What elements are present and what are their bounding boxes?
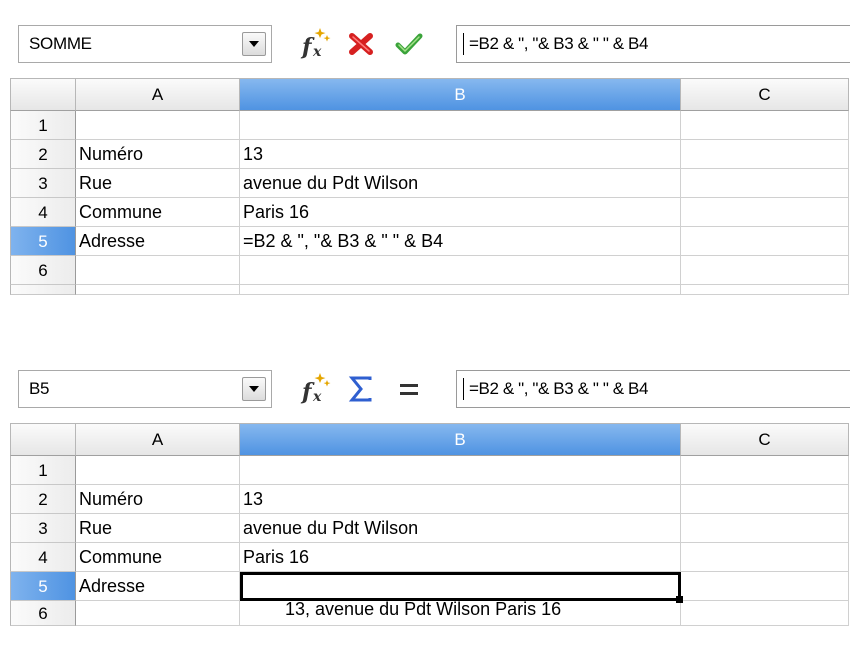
table-row: 4 Commune Paris 16: [10, 543, 850, 572]
cell-a6[interactable]: [76, 256, 240, 285]
cell-c2[interactable]: [681, 140, 849, 169]
column-header-row: A B C: [10, 423, 850, 456]
row-header[interactable]: 3: [10, 514, 76, 543]
name-box[interactable]: B5: [18, 370, 272, 408]
name-box-dropdown-icon[interactable]: [242, 377, 266, 401]
cell-c6[interactable]: [681, 256, 849, 285]
cell-b4[interactable]: Paris 16: [240, 543, 681, 572]
cell-c3[interactable]: [681, 514, 849, 543]
equals-icon[interactable]: [390, 370, 428, 408]
svg-text:x: x: [312, 44, 322, 60]
cell-a7: [76, 285, 240, 295]
table-row: 5 Adresse =B2 & ", "& B3 & " " & B4: [10, 227, 850, 256]
row-header[interactable]: 2: [10, 140, 76, 169]
cell-b4[interactable]: Paris 16: [240, 198, 681, 227]
cell-b3[interactable]: avenue du Pdt Wilson: [240, 169, 681, 198]
table-row: 4 Commune Paris 16: [10, 198, 850, 227]
text-cursor: [463, 33, 464, 55]
cell-c2[interactable]: [681, 485, 849, 514]
cell-a4[interactable]: Commune: [76, 198, 240, 227]
cell-a1[interactable]: [76, 111, 240, 140]
row-header[interactable]: 1: [10, 456, 76, 485]
cell-a3[interactable]: Rue: [76, 514, 240, 543]
svg-text:x: x: [312, 389, 322, 405]
column-header-c[interactable]: C: [681, 423, 849, 456]
table-row: 1: [10, 111, 850, 140]
cell-c4[interactable]: [681, 543, 849, 572]
cell-c6[interactable]: [681, 601, 849, 626]
spreadsheet-panel-result: B5 f x =B2 & ", "& B3 & " " & B4 A B C 1…: [0, 345, 850, 655]
row-header: [10, 285, 76, 295]
table-row: 2 Numéro 13: [10, 485, 850, 514]
cell-a2[interactable]: Numéro: [76, 485, 240, 514]
name-box-value: SOMME: [29, 34, 92, 53]
cell-c1[interactable]: [681, 111, 849, 140]
column-header-b[interactable]: B: [240, 78, 681, 111]
cell-a6[interactable]: [76, 601, 240, 626]
cell-c7: [681, 285, 849, 295]
spreadsheet-panel-editing: SOMME f x =B2 & ", "& B3 & " " & B4 A B …: [0, 0, 850, 330]
accept-icon[interactable]: [390, 25, 428, 63]
cell-c3[interactable]: [681, 169, 849, 198]
cell-c1[interactable]: [681, 456, 849, 485]
table-row: 3 Rue avenue du Pdt Wilson: [10, 169, 850, 198]
row-header[interactable]: 6: [10, 256, 76, 285]
cell-c5[interactable]: [681, 572, 849, 601]
function-wizard-icon[interactable]: f x: [296, 25, 334, 63]
cell-a5[interactable]: Adresse: [76, 572, 240, 601]
cell-b2[interactable]: 13: [240, 140, 681, 169]
column-header-b[interactable]: B: [240, 423, 681, 456]
row-header[interactable]: 4: [10, 198, 76, 227]
row-header[interactable]: 3: [10, 169, 76, 198]
function-wizard-icon[interactable]: f x: [296, 370, 334, 408]
row-header-active[interactable]: 5: [10, 227, 76, 256]
table-row: 2 Numéro 13: [10, 140, 850, 169]
cell-b5-value: 13, avenue du Pdt Wilson Paris 16: [285, 599, 562, 619]
cell-b3[interactable]: avenue du Pdt Wilson: [240, 514, 681, 543]
cell-b6[interactable]: [240, 256, 681, 285]
row-header[interactable]: 2: [10, 485, 76, 514]
row-header[interactable]: 6: [10, 601, 76, 626]
cell-b5-editing[interactable]: =B2 & ", "& B3 & " " & B4: [240, 227, 681, 256]
text-cursor: [463, 378, 464, 400]
column-header-c[interactable]: C: [681, 78, 849, 111]
name-box[interactable]: SOMME: [18, 25, 272, 63]
cell-b5-selected[interactable]: 13, avenue du Pdt Wilson Paris 16: [240, 572, 683, 619]
name-box-value: B5: [29, 379, 50, 398]
column-header-a[interactable]: A: [76, 423, 240, 456]
cell-b1[interactable]: [240, 111, 681, 140]
select-all-corner[interactable]: [10, 423, 76, 456]
formula-input[interactable]: =B2 & ", "& B3 & " " & B4: [456, 25, 850, 63]
cell-c5[interactable]: [681, 227, 849, 256]
name-box-dropdown-icon[interactable]: [242, 32, 266, 56]
fill-handle[interactable]: [676, 596, 683, 603]
cell-a2[interactable]: Numéro: [76, 140, 240, 169]
formula-input-value: =B2 & ", "& B3 & " " & B4: [469, 379, 649, 398]
column-header-a[interactable]: A: [76, 78, 240, 111]
table-row: 1: [10, 456, 850, 485]
table-row-partial: [10, 285, 850, 295]
formula-input-value: =B2 & ", "& B3 & " " & B4: [469, 34, 649, 53]
row-header-active[interactable]: 5: [10, 572, 76, 601]
cell-a4[interactable]: Commune: [76, 543, 240, 572]
table-row: 6: [10, 256, 850, 285]
cancel-icon[interactable]: [342, 25, 380, 63]
cell-a5[interactable]: Adresse: [76, 227, 240, 256]
row-header[interactable]: 4: [10, 543, 76, 572]
table-row: 5 Adresse 13, avenue du Pdt Wilson Paris…: [10, 572, 850, 619]
cell-b1[interactable]: [240, 456, 681, 485]
cell-a1[interactable]: [76, 456, 240, 485]
cell-b2[interactable]: 13: [240, 485, 681, 514]
select-all-corner[interactable]: [10, 78, 76, 111]
formula-toolbar: SOMME f x =B2 & ", "& B3 & " " & B4: [0, 0, 850, 76]
cell-c4[interactable]: [681, 198, 849, 227]
cell-a3[interactable]: Rue: [76, 169, 240, 198]
row-header[interactable]: 1: [10, 111, 76, 140]
sum-icon[interactable]: [342, 370, 380, 408]
cell-b7: [240, 285, 681, 295]
formula-toolbar: B5 f x =B2 & ", "& B3 & " " & B4: [0, 345, 850, 421]
table-row: 3 Rue avenue du Pdt Wilson: [10, 514, 850, 543]
formula-input[interactable]: =B2 & ", "& B3 & " " & B4: [456, 370, 850, 408]
column-header-row: A B C: [10, 78, 850, 111]
